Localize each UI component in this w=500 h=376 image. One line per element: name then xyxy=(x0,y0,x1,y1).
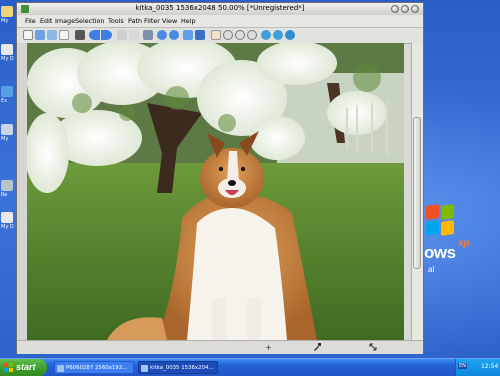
maximize-button[interactable] xyxy=(401,5,409,13)
start-label: start xyxy=(16,362,36,372)
folder-icon xyxy=(1,212,13,223)
redo-icon[interactable] xyxy=(101,30,112,40)
xp-mark: xp xyxy=(458,238,470,249)
close-button[interactable] xyxy=(411,5,419,13)
folder-icon xyxy=(1,44,13,55)
zoom-out-icon[interactable] xyxy=(235,30,245,40)
vertical-scrollbar[interactable] xyxy=(411,43,423,340)
desktop-icon-label: My D xyxy=(1,56,14,62)
paste-icon[interactable] xyxy=(143,30,153,40)
menu-path[interactable]: Path xyxy=(128,17,142,25)
rotate-right-icon[interactable] xyxy=(169,30,179,40)
taskbar-button-p6060287[interactable]: P6060287 2560x192... xyxy=(54,361,134,374)
desktop-icon-label: Re xyxy=(1,192,8,198)
computer-icon xyxy=(1,124,13,135)
rotate-left-icon[interactable] xyxy=(157,30,167,40)
close-doc-icon[interactable] xyxy=(59,30,69,40)
left-margin xyxy=(17,43,27,340)
image-canvas[interactable] xyxy=(27,43,404,340)
window-title: kitka_0035 1536x2048 50.00% [*Unregister… xyxy=(135,4,305,12)
zoom-in-icon[interactable] xyxy=(223,30,233,40)
folder-icon xyxy=(1,6,13,17)
globe-icon[interactable] xyxy=(285,30,295,40)
toolbar xyxy=(17,28,423,44)
print-icon[interactable] xyxy=(75,30,85,40)
crop-icon[interactable] xyxy=(195,30,205,40)
scrollbar-thumb[interactable] xyxy=(413,117,421,269)
resize-icon xyxy=(369,343,377,353)
menu-help[interactable]: Help xyxy=(181,17,196,25)
cut-icon[interactable] xyxy=(117,30,127,40)
clock: 12:54 xyxy=(481,363,499,370)
taskbar-button-kitka[interactable]: kitka_0035 1536x204... xyxy=(138,361,218,374)
windows-flag-icon xyxy=(4,363,13,372)
open-icon[interactable] xyxy=(35,30,45,40)
desktop-icon-label: My xyxy=(1,18,9,24)
hand-tool-icon[interactable] xyxy=(211,30,221,40)
zoom-fit-icon[interactable] xyxy=(247,30,257,40)
language-indicator[interactable]: EN xyxy=(458,363,467,369)
taskbar: start P6060287 2560x192... kitka_0035 15… xyxy=(0,358,500,376)
menu-selection[interactable]: Selection xyxy=(75,17,104,25)
crosshair-icon: + xyxy=(265,343,272,352)
menu-image[interactable]: Image xyxy=(55,17,75,25)
recycle-bin-icon xyxy=(1,180,13,191)
desktop-icon-label: Ex xyxy=(1,98,8,104)
status-bar: + xyxy=(17,340,423,354)
copy-icon[interactable] xyxy=(129,30,139,40)
image-editor-window: kitka_0035 1536x2048 50.00% [*Unregister… xyxy=(16,2,424,354)
edition-text: al xyxy=(428,265,435,274)
prev-image-icon[interactable] xyxy=(261,30,271,40)
system-tray: EN 12:54 xyxy=(455,359,500,376)
windows-wordmark: ows xyxy=(424,243,456,262)
taskbar-button-label: P6060287 2560x192... xyxy=(66,365,128,371)
start-button[interactable]: start xyxy=(0,359,47,376)
menu-file[interactable]: File xyxy=(25,17,36,25)
menu-edit[interactable]: Edit xyxy=(40,17,52,25)
minimize-button[interactable] xyxy=(391,5,399,13)
next-image-icon[interactable] xyxy=(273,30,283,40)
dog-photo xyxy=(27,43,404,340)
image-icon xyxy=(57,365,64,372)
windows-flag-icon xyxy=(426,204,456,239)
explorer-icon xyxy=(1,86,13,97)
desktop-icon-label: My D xyxy=(1,224,14,230)
save-icon[interactable] xyxy=(47,30,57,40)
undo-icon[interactable] xyxy=(89,30,100,40)
new-icon[interactable] xyxy=(23,30,33,40)
taskbar-button-label: kitka_0035 1536x204... xyxy=(150,365,214,371)
resize-image-icon[interactable] xyxy=(183,30,193,40)
desktop-icon-label: My xyxy=(1,136,9,142)
image-icon xyxy=(141,365,148,372)
eyedropper-icon xyxy=(313,343,321,353)
menu-bar: File Edit Image Selection Tools Path Fil… xyxy=(17,15,423,28)
menu-tools[interactable]: Tools xyxy=(108,17,124,25)
menu-filter[interactable]: Filter xyxy=(144,17,160,25)
menu-view[interactable]: View xyxy=(162,17,177,25)
